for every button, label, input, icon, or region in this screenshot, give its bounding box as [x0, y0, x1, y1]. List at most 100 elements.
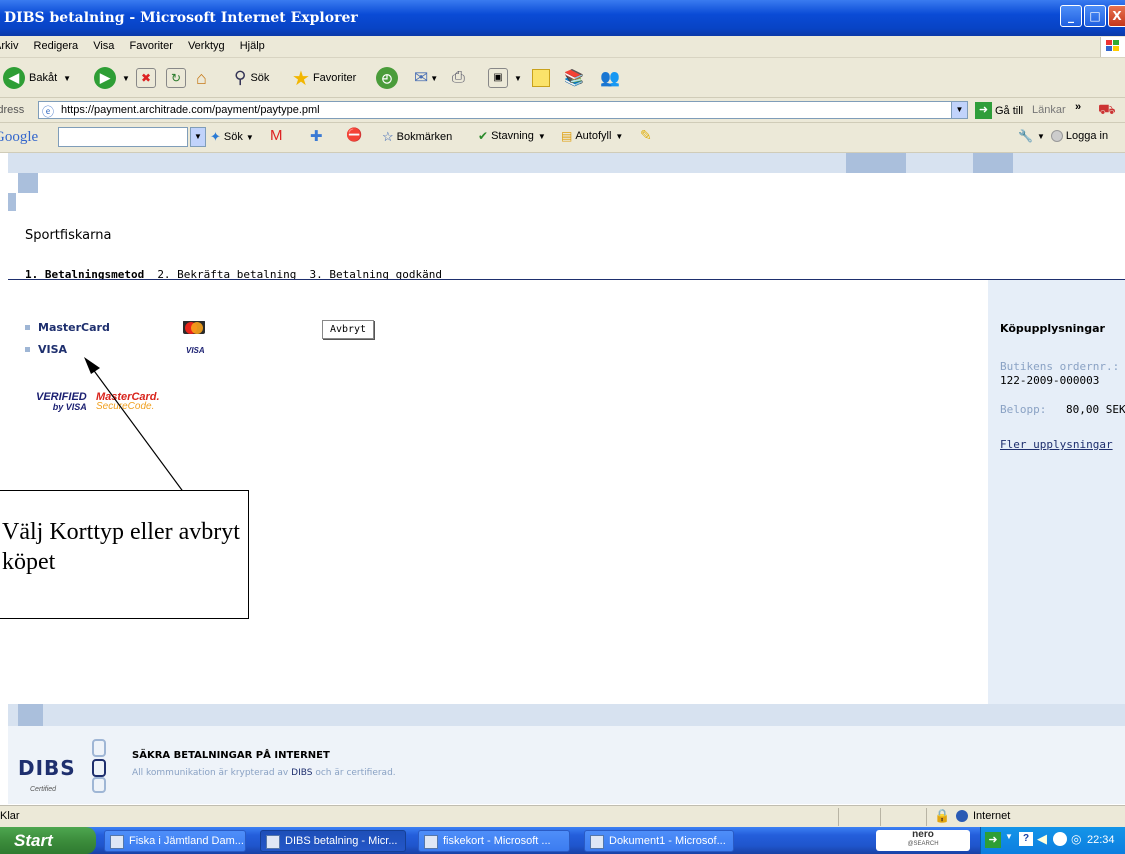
go-button[interactable]: ➜ Gå till: [975, 102, 1023, 119]
highlighter-icon[interactable]: ✎: [640, 127, 652, 144]
spellcheck-icon: ✔: [478, 129, 489, 143]
address-bar: Adress ⓔ https://payment.architrade.com/…: [0, 98, 1125, 123]
cancel-button[interactable]: Avbryt: [322, 320, 374, 339]
network-icon[interactable]: [1053, 832, 1067, 846]
start-button[interactable]: Start: [0, 827, 96, 854]
ie-page-icon: ⓔ: [42, 105, 55, 119]
google-g-icon: ✦: [210, 129, 221, 144]
chevron-down-icon: ▼: [245, 132, 254, 142]
spellcheck-button[interactable]: ✔ Stavning ▼: [478, 129, 546, 143]
go-label: Gå till: [995, 104, 1024, 117]
callout-text: Välj Korttyp eller avbryt köpet: [2, 519, 240, 575]
tray-arrow-icon[interactable]: ➜: [985, 832, 1001, 848]
footer-headline: SÄKRA BETALNINGAR PÅ INTERNET: [132, 750, 330, 761]
mastercard-link[interactable]: MasterCard: [38, 321, 110, 334]
taskbar-item[interactable]: DIBS betalning - Micr...: [260, 830, 406, 852]
star-outline-icon: ☆: [382, 129, 394, 144]
mail-button[interactable]: ✉ ▼: [414, 66, 438, 90]
refresh-button[interactable]: ↻: [166, 66, 186, 90]
history-icon: ◴: [376, 67, 398, 89]
printer-icon: ⎙: [452, 69, 465, 86]
favorites-label: Favoriter: [312, 72, 357, 84]
volume-icon[interactable]: ◀: [1037, 831, 1047, 847]
home-icon: ⌂: [196, 67, 207, 88]
home-button[interactable]: ⌂: [196, 66, 207, 90]
google-login-button[interactable]: 🔧 ▼ Logga in: [1018, 129, 1108, 143]
address-url: https://payment.architrade.com/payment/p…: [61, 104, 320, 116]
nero-search-box[interactable]: nero @SEARCH: [876, 830, 970, 851]
favorites-button[interactable]: ★ Favoriter: [292, 66, 356, 90]
links-label[interactable]: Länkar: [1032, 104, 1066, 116]
taskbar-item[interactable]: fiskekort - Microsoft ...: [418, 830, 570, 852]
stop-icon: ✖: [136, 68, 156, 88]
more-links-icon[interactable]: »: [1075, 101, 1081, 113]
menu-favorites[interactable]: Favoriter: [129, 40, 172, 52]
purchase-info-title: Köpupplysningar: [1000, 322, 1105, 335]
help-icon[interactable]: ?: [1019, 832, 1033, 846]
maximize-button[interactable]: □: [1084, 5, 1106, 27]
menu-edit[interactable]: Redigera: [34, 40, 79, 52]
footer-brand: DIBS: [291, 768, 313, 778]
menu-view[interactable]: Visa: [93, 40, 114, 52]
chevron-down-icon[interactable]: ▼: [190, 127, 206, 147]
addon-icon[interactable]: ⛟: [1098, 101, 1116, 120]
edit-button[interactable]: ▣ ▼: [488, 66, 522, 90]
google-search-button[interactable]: ✦ Sök ▼: [210, 129, 254, 145]
forward-arrow-icon: ▶: [94, 67, 116, 89]
notes-button[interactable]: [532, 66, 550, 90]
bookmarks-button[interactable]: ☆ Bokmärken: [382, 129, 452, 145]
back-button[interactable]: ◀ Bakåt ▼: [3, 66, 71, 90]
windows-logo-icon: [1100, 37, 1125, 57]
minimize-button[interactable]: _: [1060, 5, 1082, 27]
page-header-strip: [8, 153, 1125, 173]
visa-logo-icon[interactable]: VISA: [186, 346, 205, 355]
divider: [880, 808, 881, 826]
taskbar: Start Fiska i Jämtland Dam... DIBS betal…: [0, 827, 1125, 854]
menu-file[interactable]: Arkiv: [0, 40, 18, 52]
more-info-link[interactable]: Fler upplysningar: [1000, 438, 1113, 451]
status-bar: Klar 🔒 Internet: [0, 805, 1125, 827]
taskbar-item[interactable]: Dokument1 - Microsof...: [584, 830, 734, 852]
chevron-down-icon: ▼: [63, 73, 72, 83]
purchase-info-panel: Köpupplysningar Butikens ordernr.: 122-2…: [988, 280, 1125, 704]
clock-icon: ◎: [1071, 832, 1082, 846]
google-search-input[interactable]: [58, 127, 188, 147]
forward-button[interactable]: ▶ ▼: [94, 66, 130, 90]
search-button[interactable]: ⚲ Sök: [234, 66, 269, 90]
plus-icon[interactable]: ✚: [310, 127, 323, 145]
menu-help[interactable]: Hjälp: [240, 40, 265, 52]
card-option-mastercard[interactable]: MasterCard: [25, 321, 110, 334]
zone-label: Internet: [973, 810, 1011, 822]
chevron-down-icon[interactable]: ▼: [1005, 832, 1013, 841]
stop-button[interactable]: ✖: [136, 66, 156, 90]
autofill-button[interactable]: ▤ Autofyll ▼: [561, 129, 623, 143]
visa-link[interactable]: VISA: [38, 343, 67, 356]
gmail-icon[interactable]: M: [270, 127, 283, 144]
messenger-button[interactable]: 👥: [600, 66, 620, 90]
taskbar-item-label: DIBS betalning - Micr...: [285, 835, 398, 847]
taskbar-item[interactable]: Fiska i Jämtland Dam...: [104, 830, 246, 852]
research-button[interactable]: 📚: [564, 66, 584, 90]
footer-strip: [8, 704, 1125, 726]
popup-blocker-icon[interactable]: ⛔: [346, 127, 362, 143]
mastercard-logo-icon[interactable]: [183, 320, 205, 334]
footer-block: [18, 704, 43, 726]
securecode-text: SecureCode.: [96, 401, 155, 412]
autofill-icon: ▤: [561, 129, 573, 143]
history-button[interactable]: ◴: [376, 66, 398, 90]
address-input[interactable]: ⓔ https://payment.architrade.com/payment…: [38, 101, 968, 119]
divider: [926, 808, 927, 826]
mail-icon: ✉: [414, 68, 429, 87]
divider: [838, 808, 839, 826]
chevron-down-icon: ▼: [514, 73, 522, 83]
chevron-down-icon[interactable]: ▼: [951, 102, 967, 118]
star-icon: ★: [292, 67, 310, 90]
app-icon: [424, 835, 438, 849]
taskbar-item-label: fiskekort - Microsoft ...: [443, 835, 551, 847]
menu-tools[interactable]: Verktyg: [188, 40, 225, 52]
header-block: [846, 153, 906, 173]
ie-icon: [266, 835, 280, 849]
card-option-visa[interactable]: VISA: [25, 343, 67, 356]
close-button[interactable]: X: [1108, 5, 1125, 27]
print-button[interactable]: ⎙: [452, 66, 465, 90]
